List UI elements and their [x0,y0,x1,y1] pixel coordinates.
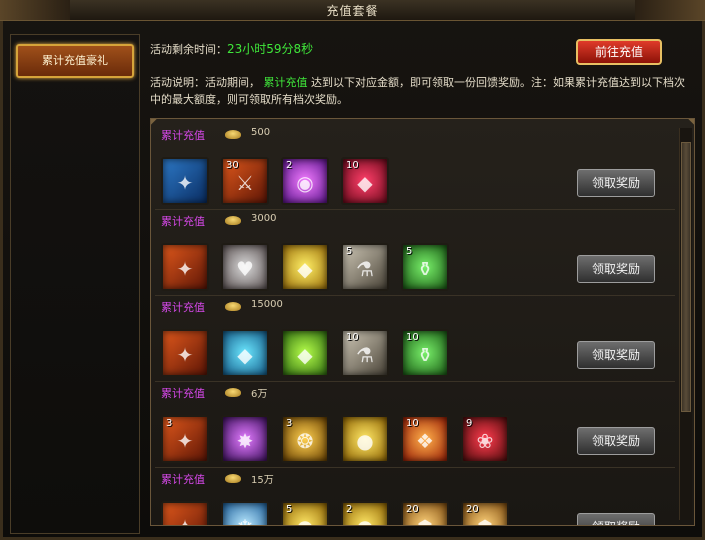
gold-ingot-icon [225,130,241,139]
title-bar: 充值套餐 [0,0,705,21]
cyan-gem-icon[interactable]: ◆ [221,329,269,377]
ice-crystal-icon[interactable]: ❄ [221,501,269,525]
tier-amount: 15万 [251,475,274,486]
gold-ingot-icon [225,302,241,311]
gold-coin-icon[interactable]: 2● [341,501,389,525]
gold-coin-icon[interactable]: ● [341,415,389,463]
gold-ingot-icon [225,474,241,483]
tier-title: 累计充值 [161,473,205,486]
green-potion-icon[interactable]: 10 ⚱ [401,329,449,377]
description-highlight: 累计充值 [263,76,308,89]
tier-amount: 6万 [251,389,268,400]
countdown-value: 23小时59分8秒 [227,42,314,56]
claim-reward-button[interactable]: 领取奖励 [577,169,655,197]
activity-countdown: 活动剩余时间：23小时59分8秒 [150,40,313,57]
gold-ingot-icon [225,216,241,225]
gold-ingot-icon [225,388,241,397]
tier-amount: 500 [251,127,271,138]
sidebar-item-cumulative-recharge[interactable]: 累计充值豪礼 [16,44,134,78]
activity-description: 活动说明：活动期间， 累计充值 达到以下对应金额，即可领取一份回馈奖励。注：如果… [150,74,690,108]
lion-head-icon[interactable]: 20☗ [401,501,449,525]
description-prefix: 活动说明：活动期间， [150,76,260,89]
tier-amount: 15000 [251,299,283,310]
sidebar [10,34,140,534]
tier-title: 累计充值 [161,129,205,142]
tier-title: 累计充值 [161,215,205,228]
title-bar-right-ornament [635,0,705,20]
stone-heart-icon[interactable]: ♥ [221,243,269,291]
red-rose-icon[interactable]: 9 ❀ [461,415,509,463]
green-potion-icon[interactable]: 5 ⚱ [401,243,449,291]
gold-coin-icon[interactable]: 5● [281,501,329,525]
window-title: 充值套餐 [326,4,379,18]
reward-tier: 累计充值 15万 ✦ ❄ 5● 2● 20☗ 20☗ 领取奖励 [155,467,675,525]
reward-tier: 累计充值 15000 ✦ ◆ ◆ 10 ⚗ 10 ⚱ 领取奖励 [155,295,675,382]
blue-book-icon[interactable]: ✦ [161,157,209,205]
golden-worm-icon[interactable]: 3 ❂ [281,415,329,463]
red-book-icon[interactable]: ✦ [161,243,209,291]
claim-reward-button[interactable]: 领取奖励 [577,427,655,455]
countdown-label: 活动剩余时间： [150,43,227,56]
flame-rune-icon[interactable]: 10 ❖ [401,415,449,463]
red-book-icon[interactable]: 3 ✦ [161,415,209,463]
tier-amount: 3000 [251,213,277,224]
claim-reward-button[interactable]: 领取奖励 [577,255,655,283]
claim-reward-button[interactable]: 领取奖励 [577,341,655,369]
green-gem-icon[interactable]: ◆ [281,329,329,377]
gold-gem-icon[interactable]: ◆ [281,243,329,291]
tier-title: 累计充值 [161,301,205,314]
corner-ornament [688,119,694,125]
reward-tier: 累计充值 6万 3 ✦ ✸ 3 ❂ ● 10 ❖ 9 ❀ 领取奖励 [155,381,675,468]
lion-head-icon[interactable]: 20☗ [461,501,509,525]
claim-reward-button[interactable]: 领取奖励 [577,513,655,525]
ruby-gem-icon[interactable]: 10 ◆ [341,157,389,205]
purple-orb-icon[interactable]: 2 ◉ [281,157,329,205]
go-recharge-button[interactable]: 前往充值 [576,39,662,65]
violet-orb-icon[interactable]: ✸ [221,415,269,463]
red-book-icon[interactable]: ✦ [161,329,209,377]
potion-bottle-icon[interactable]: 10 ⚗ [341,329,389,377]
reward-tier: 累计充值 3000 ✦ ♥ ◆ 5 ⚗ 5 ⚱ 领取奖励 [155,209,675,296]
scrollbar[interactable] [679,128,692,520]
red-book-icon[interactable]: ✦ [161,501,209,525]
tier-title: 累计充值 [161,387,205,400]
reward-tier-list: 累计充值 500 ✦ 30 ⚔ 2 ◉ 10 ◆ 领取奖励 累计充值 3000 ✦ ♥… [150,118,695,526]
twin-swords-icon[interactable]: 30 ⚔ [221,157,269,205]
potion-bottle-icon[interactable]: 5 ⚗ [341,243,389,291]
scrollbar-thumb[interactable] [681,142,691,412]
reward-tier: 累计充值 500 ✦ 30 ⚔ 2 ◉ 10 ◆ 领取奖励 [155,123,675,210]
